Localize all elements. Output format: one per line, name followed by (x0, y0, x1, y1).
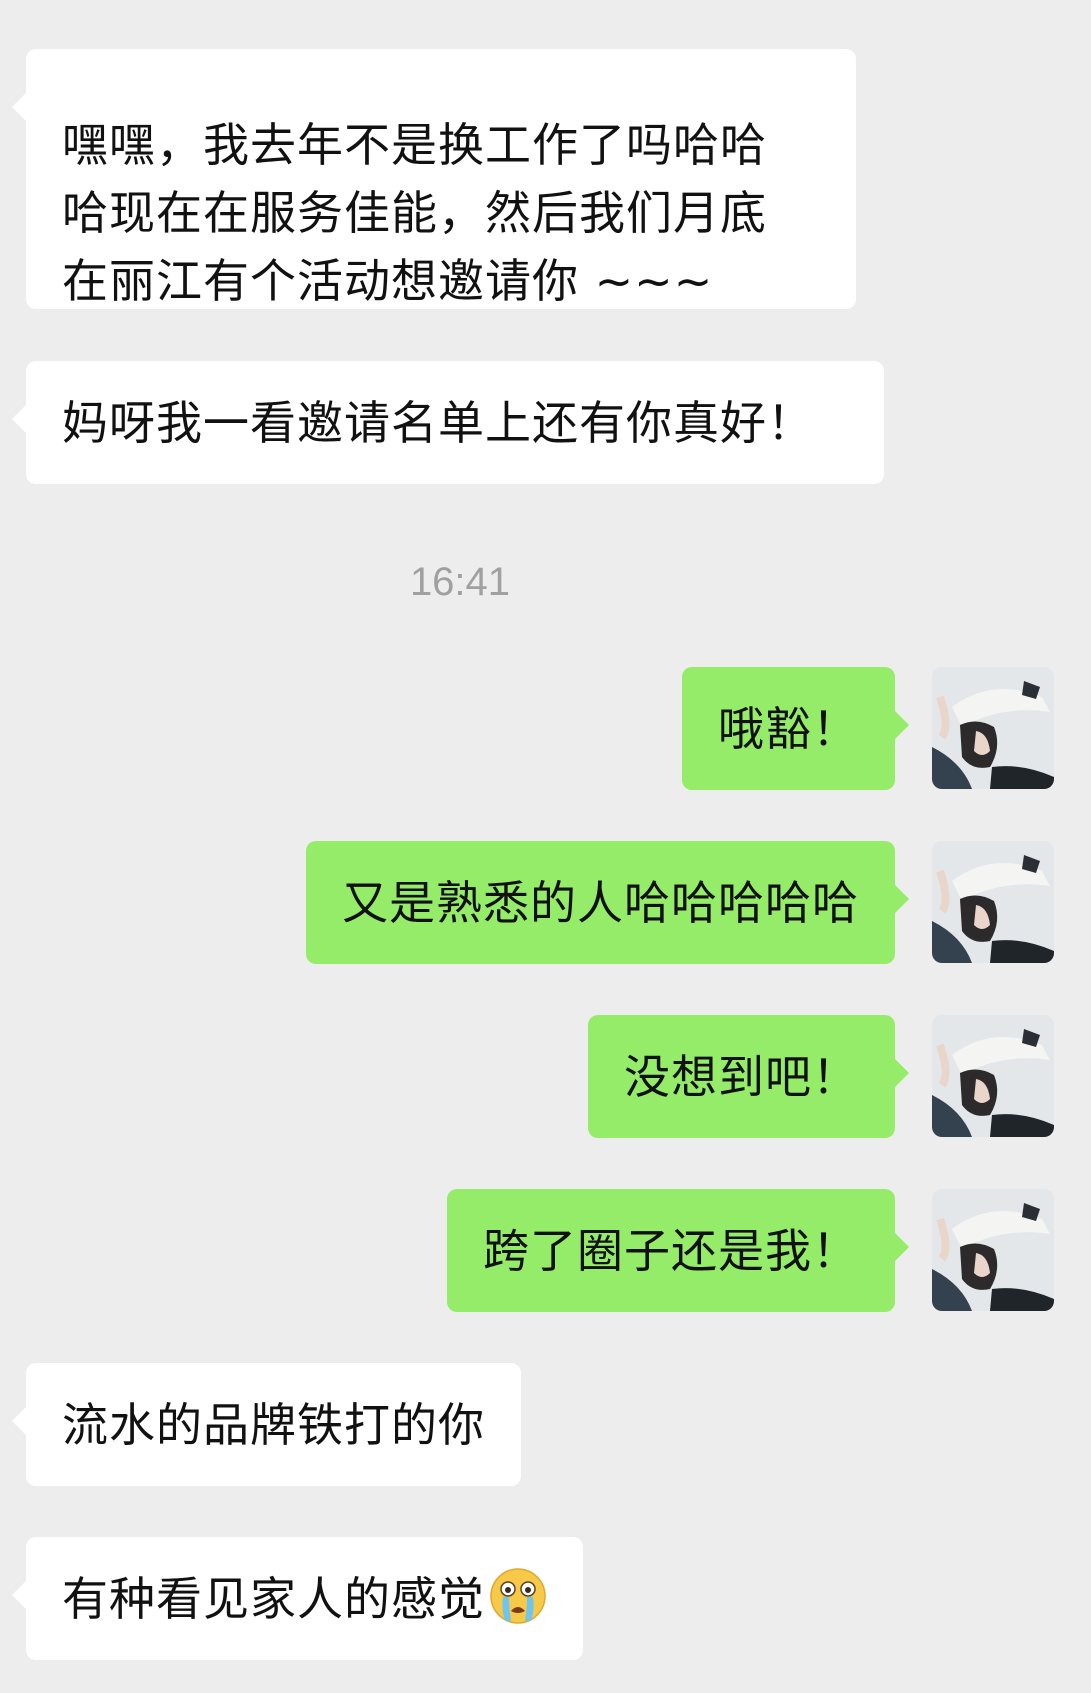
message-text-line: 在丽江有个活动想邀请你 ~~~ (62, 254, 714, 308)
user-avatar[interactable] (932, 841, 1054, 963)
message-bubble-incoming[interactable]: 嘿嘿，我去年不是换工作了吗哈哈 哈现在在服务佳能，然后我们月底 在丽江有个活动想… (12, 49, 856, 309)
message-text-line: 流水的品牌铁打的你 (62, 1398, 485, 1452)
message-bubble-incoming[interactable]: 妈呀我一看邀请名单上还有你真好！ (12, 361, 884, 484)
message-text-line: 哈现在在服务佳能，然后我们月底 (62, 186, 767, 240)
avatar-photo-icon (932, 1189, 1054, 1311)
user-avatar[interactable] (932, 667, 1054, 789)
message-text-line: 没想到吧！ (624, 1050, 859, 1104)
message-text: 有种看见家人的感觉 (62, 1572, 485, 1626)
message-text-line: 跨了圈子还是我！ (483, 1224, 859, 1278)
message-bubble-outgoing[interactable]: 跨了圈子还是我！ (447, 1189, 909, 1312)
avatar-photo-icon (932, 1015, 1054, 1137)
message-text-line: 嘿嘿，我去年不是换工作了吗哈哈 (62, 118, 767, 172)
message-text-line: 有种看见家人的感觉 (62, 1565, 547, 1633)
user-avatar[interactable] (932, 1189, 1054, 1311)
message-timestamp: 16:41 (409, 560, 511, 604)
message-bubble-incoming[interactable]: 流水的品牌铁打的你 (12, 1363, 521, 1486)
message-text-line: 又是熟悉的人哈哈哈哈哈 (342, 876, 859, 930)
avatar-photo-icon (932, 667, 1054, 789)
user-avatar[interactable] (932, 1015, 1054, 1137)
message-bubble-outgoing[interactable]: 哦豁！ (682, 667, 909, 790)
message-text-line: 妈呀我一看邀请名单上还有你真好！ (62, 396, 814, 450)
message-bubble-outgoing[interactable]: 又是熟悉的人哈哈哈哈哈 (306, 841, 909, 964)
avatar-photo-icon (932, 841, 1054, 963)
message-bubble-incoming[interactable]: 有种看见家人的感觉 (12, 1537, 583, 1660)
message-bubble-outgoing[interactable]: 没想到吧！ (588, 1015, 909, 1138)
message-text-line: 哦豁！ (718, 702, 859, 756)
loudly-crying-face-icon (490, 1568, 546, 1624)
chat-conversation: 嘿嘿，我去年不是换工作了吗哈哈 哈现在在服务佳能，然后我们月底 在丽江有个活动想… (0, 0, 1091, 1693)
